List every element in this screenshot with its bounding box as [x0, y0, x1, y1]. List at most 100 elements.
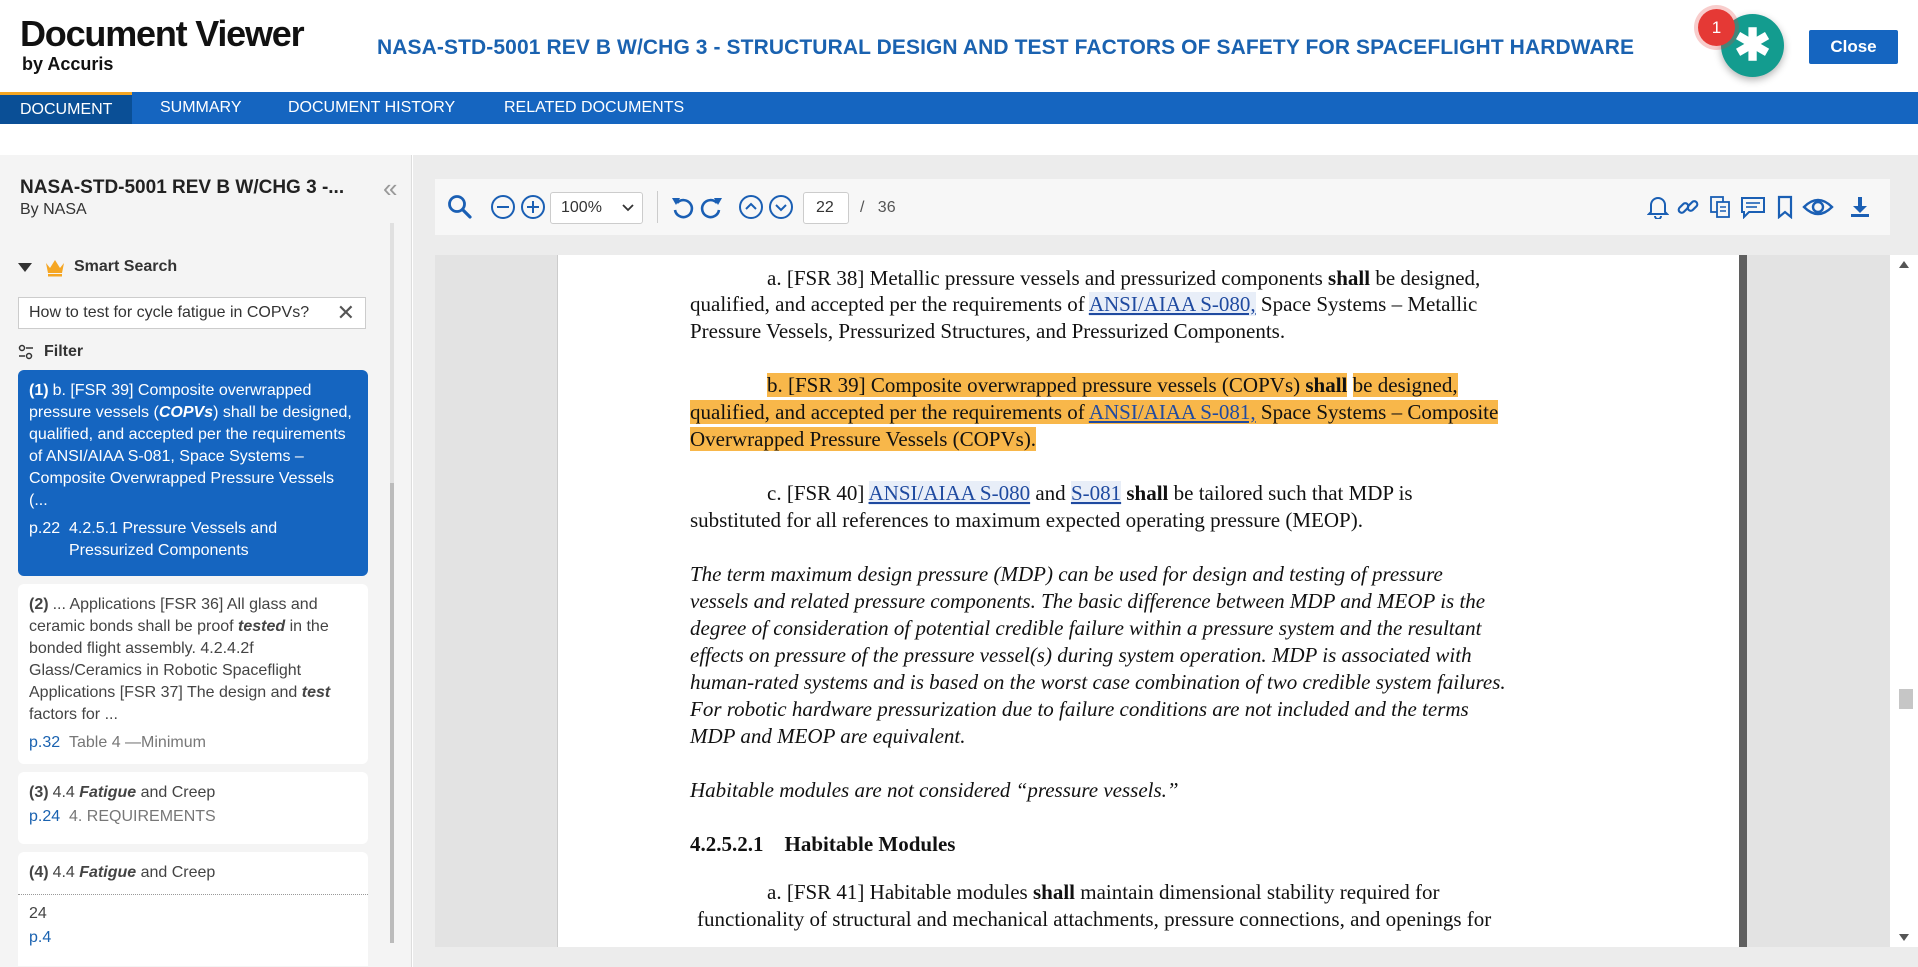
section-heading: 4.2.5.2.1 Habitable Modules — [690, 832, 956, 856]
notification-badge: 1 — [1698, 9, 1735, 46]
doc-line: substituted for all references to maximu… — [690, 508, 1363, 532]
doc-note-line: Habitable modules are not considered “pr… — [690, 778, 1179, 802]
tab-related-documents[interactable]: RELATED DOCUMENTS — [484, 92, 704, 124]
tab-bar: DOCUMENT SUMMARY DOCUMENT HISTORY RELATE… — [0, 92, 1918, 124]
app-title: Document Viewer — [20, 13, 305, 54]
chevron-up-circle-icon — [739, 195, 763, 219]
collapse-sidebar-icon[interactable]: « — [383, 175, 397, 201]
bookmark-button[interactable] — [1773, 193, 1797, 221]
highlighted-line: Overwrapped Pressure Vessels (COPVs). — [690, 427, 1037, 451]
document-scroll-area[interactable]: a. [FSR 38] Metallic pressure vessels an… — [435, 255, 1890, 947]
doc-line: Pressure Vessels, Pressurized Structures… — [690, 319, 1286, 343]
highlighted-line: b. [FSR 39] Composite overwrapped pressu… — [767, 373, 1458, 397]
search-result-item[interactable]: (2)... Applications [FSR 36] All glass a… — [18, 584, 368, 764]
page-number-input[interactable]: 22 — [803, 192, 849, 224]
result-snippet: (4) 4.4 Fatigue and Creep — [29, 864, 216, 881]
smart-search-label: Smart Search — [74, 258, 178, 275]
clear-search-icon[interactable]: ✕ — [337, 300, 355, 326]
search-result-item[interactable]: (4) 4.4 Fatigue and Creep 24 p.4 — [18, 852, 368, 966]
doc-line: functionality of structural and mechanic… — [697, 907, 1492, 931]
result-page-reference: p.22 4.2.5.1 Pressure Vessels and Pressur… — [29, 520, 278, 559]
download-icon — [1851, 197, 1869, 217]
doc-note-line: vessels and related pressure components.… — [690, 589, 1486, 613]
asterisk-icon: ✱ — [1734, 20, 1771, 70]
search-result-item[interactable]: (1) b. [FSR 39] Composite overwrapped pre… — [18, 370, 368, 576]
doc-line: a. [FSR 41] Habitable modules shall main… — [767, 880, 1440, 904]
view-options-button[interactable] — [1801, 193, 1835, 221]
result-divider — [18, 894, 368, 895]
doc-link[interactable]: ANSI/AIAA S-080 — [868, 481, 1031, 505]
doc-line: qualified, and accepted per the requirem… — [690, 292, 1478, 316]
sidebar-document-name: NASA-STD-5001 REV B W/CHG 3 -... — [20, 177, 345, 198]
copy-document-icon — [1710, 196, 1730, 218]
doc-link[interactable]: ANSI/AIAA S-081, — [1088, 400, 1256, 424]
doc-note-line: MDP and MEOP are equivalent. — [690, 724, 966, 748]
search-icon — [448, 195, 472, 219]
rotate-right-icon — [700, 198, 722, 219]
rotate-right-button[interactable] — [697, 193, 725, 221]
scroll-down-arrow-icon[interactable] — [1899, 934, 1909, 941]
bookmark-icon — [1777, 195, 1793, 219]
sidebar: NASA-STD-5001 REV B W/CHG 3 -... By NASA… — [0, 155, 412, 967]
link-icon — [1677, 200, 1699, 214]
tab-summary[interactable]: SUMMARY — [140, 92, 262, 124]
tab-document-history[interactable]: DOCUMENT HISTORY — [268, 92, 475, 124]
rotate-left-button[interactable] — [669, 193, 697, 221]
doc-note-line: degree of consideration of potential cre… — [690, 616, 1482, 640]
zoom-in-icon — [521, 195, 545, 219]
app-subtitle: by Accuris — [22, 54, 114, 74]
result-snippet: (1) b. [FSR 39] Composite overwrapped pre… — [29, 382, 352, 509]
chevron-down-circle-icon — [769, 195, 793, 219]
doc-line: c. [FSR 40] ANSI/AIAA S-080 and S-081 sh… — [767, 481, 1413, 505]
result-page-reference: p.4 — [29, 929, 52, 946]
zoom-select[interactable]: 100% — [550, 192, 643, 224]
download-button[interactable] — [1847, 193, 1873, 221]
filter-label: Filter — [44, 343, 84, 360]
smart-search-toggle[interactable]: Smart Search — [18, 255, 177, 279]
doc-link[interactable]: ANSI/AIAA S-080, — [1088, 292, 1256, 316]
sidebar-publisher: By NASA — [20, 201, 87, 218]
caret-down-icon — [18, 262, 32, 272]
search-result-item[interactable]: (3) 4.4 Fatigue and Creep p.24 4. REQUIREM… — [18, 772, 368, 844]
document-page: a. [FSR 38] Metallic pressure vessels an… — [557, 255, 1747, 947]
previous-page-button[interactable] — [737, 193, 765, 221]
next-page-button[interactable] — [767, 193, 795, 221]
bell-icon — [1647, 197, 1669, 219]
scroll-up-arrow-icon[interactable] — [1899, 261, 1909, 268]
zoom-out-button[interactable] — [489, 193, 517, 221]
copy-text-button[interactable] — [1707, 193, 1733, 221]
tab-document[interactable]: DOCUMENT — [0, 92, 133, 124]
highlighted-line: qualified, and accepted per the requirem… — [690, 400, 1499, 424]
alert-button[interactable] — [1645, 193, 1671, 221]
zoom-out-icon — [491, 195, 515, 219]
copy-link-button[interactable] — [1675, 193, 1701, 221]
crown-icon — [46, 260, 64, 277]
app-header: Document Viewer by Accuris NASA-STD-5001… — [0, 0, 1918, 92]
doc-note-line: For robotic hardware pressurization due … — [690, 697, 1469, 721]
comment-icon — [1741, 197, 1765, 219]
page-total: / 36 — [860, 199, 896, 216]
document-scrollbar-thumb[interactable] — [1899, 689, 1913, 709]
result-snippet: (2)... Applications [FSR 36] All glass a… — [29, 596, 331, 723]
close-button[interactable]: Close — [1809, 30, 1898, 64]
doc-link[interactable]: S-081 — [1070, 481, 1122, 505]
filter-button[interactable]: Filter — [18, 341, 83, 363]
document-title: NASA-STD-5001 REV B W/CHG 3 - STRUCTURAL… — [377, 36, 1635, 59]
zoom-in-button[interactable] — [519, 193, 547, 221]
eye-icon — [1802, 198, 1834, 216]
result-page-reference: p.32 Table 4 —Minimum — [29, 734, 206, 751]
zoom-value: 100% — [561, 199, 602, 216]
sidebar-scrollbar[interactable] — [390, 223, 394, 943]
result-page-reference: p.24 4. REQUIREMENTS — [29, 808, 216, 825]
doc-note-line: effects on pressure of the pressure vess… — [690, 643, 1472, 667]
rotate-left-icon — [672, 198, 694, 219]
doc-note-line: The term maximum design pressure (MDP) c… — [690, 562, 1443, 586]
document-scrollbar[interactable] — [1890, 255, 1918, 947]
filter-icon — [18, 344, 33, 360]
sidebar-scrollbar-thumb[interactable] — [390, 483, 394, 943]
result-snippet: (3) 4.4 Fatigue and Creep — [29, 784, 216, 801]
annotations-button[interactable] — [1739, 193, 1767, 221]
smart-search-input[interactable]: How to test for cycle fatigue in COPVs? … — [18, 297, 366, 329]
toolbar-divider — [657, 191, 658, 223]
search-button[interactable] — [445, 193, 475, 221]
